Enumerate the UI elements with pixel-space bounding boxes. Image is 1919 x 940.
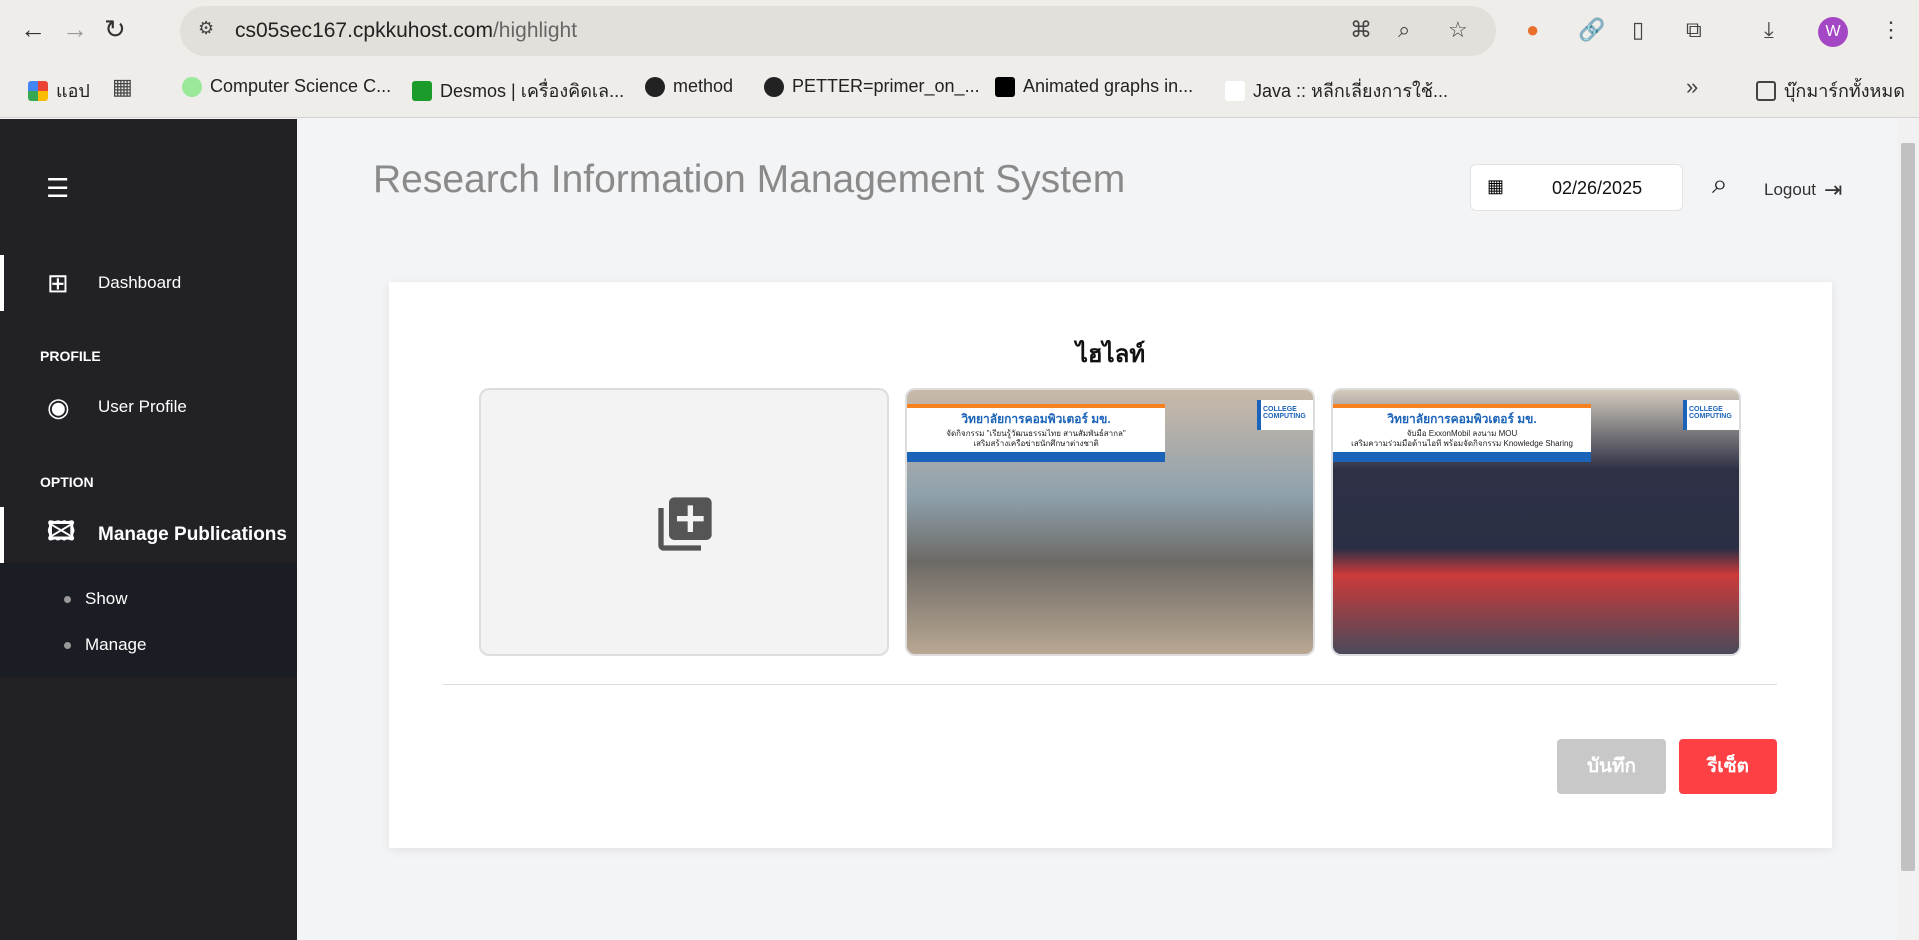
sidebar-item-label: Dashboard <box>98 273 182 292</box>
address-bar[interactable]: ⚙ cs05sec167.cpkkuhost.com/highlight ⌘ ⌕… <box>180 6 1496 56</box>
submenu-item-manage[interactable]: Manage <box>64 635 146 655</box>
bookmark-label: Java :: หลีกเลี่ยงการใช้... <box>1253 81 1449 101</box>
page-title: Research Information Management System <box>373 158 1126 201</box>
puzzle-icon[interactable]: ⧉ <box>1686 17 1702 43</box>
scrollbar-thumb[interactable] <box>1901 143 1915 871</box>
url-path: /highlight <box>492 19 578 42</box>
logout-icon: ⇥ <box>1824 177 1843 202</box>
hamburger-icon[interactable]: ☰ <box>46 173 69 204</box>
cc-icon <box>1225 80 1245 101</box>
globe-icon <box>645 76 665 97</box>
site-info-icon[interactable]: ⚙ <box>198 18 214 39</box>
sidebar: ☰ ⊞ Dashboard PROFILE ◉ User Profile OPT… <box>0 119 297 940</box>
college-logo: COLLEGE COMPUTING <box>1257 400 1313 430</box>
bullet-icon <box>64 641 71 649</box>
extension-icon[interactable]: ● <box>1526 17 1539 43</box>
url-host: cs05sec167.cpkkuhost.com <box>235 19 493 42</box>
active-indicator <box>0 507 4 563</box>
bookmark-label: Computer Science C... <box>210 76 392 96</box>
sidebar-item-label: User Profile <box>98 397 187 416</box>
reset-button[interactable]: รีเซ็ต <box>1679 739 1777 794</box>
highlight-photo[interactable]: วิทยาลัยการคอมพิวเตอร์ มข. จับมือ ExxonMo… <box>1331 388 1741 656</box>
bookmark-label: บุ๊กมาร์กทั้งหมด <box>1784 81 1905 101</box>
bullet-icon <box>64 595 71 603</box>
date-picker[interactable]: ▦ 02/26/2025 <box>1470 164 1683 211</box>
cs-icon <box>182 76 202 97</box>
bookmark-item[interactable]: Computer Science C... <box>182 76 391 97</box>
calendar-icon: ▦ <box>1487 176 1505 196</box>
banner-line: จัดกิจกรรม "เรียนรู้วัฒนธรรมไทย สานสัมพั… <box>946 429 1126 438</box>
submenu-label: Show <box>85 589 128 608</box>
profile-avatar[interactable]: W <box>1818 17 1848 47</box>
section-heading: ไฮไลท์ <box>1075 341 1146 368</box>
reload-icon[interactable]: ↻ <box>104 14 126 45</box>
banner-headline: วิทยาลัยการคอมพิวเตอร์ มข. <box>961 412 1111 426</box>
divider <box>443 684 1777 685</box>
bookmark-item[interactable]: Java :: หลีกเลี่ยงการใช้... <box>1225 76 1448 105</box>
add-highlight-tile[interactable] <box>479 388 889 656</box>
bookmark-item[interactable]: Animated graphs in... <box>995 76 1193 97</box>
sidebar-item-dashboard[interactable]: ⊞ Dashboard <box>0 255 297 311</box>
scrollbar[interactable] <box>1897 119 1919 940</box>
bookmark-label: method <box>673 76 734 96</box>
section-heading-option: OPTION <box>40 474 94 490</box>
browser-chrome: ← → ↻ ⚙ cs05sec167.cpkkuhost.com/highlig… <box>0 0 1919 118</box>
apps-icon <box>28 80 48 101</box>
link-icon[interactable]: 🔗 <box>1578 17 1605 43</box>
submenu: Show Manage <box>0 563 297 677</box>
chevron-double-right-icon[interactable]: » <box>1686 74 1698 100</box>
bookmark-apps[interactable]: แอป <box>28 76 90 105</box>
back-icon[interactable]: ← <box>20 14 46 45</box>
search-icon[interactable]: ⌕ <box>1712 168 1728 201</box>
bookmark-label: แอป <box>56 81 90 101</box>
translate-icon[interactable]: ⌘ <box>1350 17 1372 43</box>
submenu-label: Manage <box>85 635 147 654</box>
save-button[interactable]: บันทึก <box>1557 739 1666 794</box>
banner-headline: วิทยาลัยการคอมพิวเตอร์ มข. <box>1387 412 1537 426</box>
section-heading-profile: PROFILE <box>40 348 101 364</box>
bookmark-label: PETTER=primer_on_... <box>792 76 980 96</box>
date-value: 02/26/2025 <box>1552 178 1643 198</box>
photo-library-icon: 🖾 <box>47 516 76 546</box>
college-logo: COLLEGE COMPUTING <box>1683 400 1739 430</box>
submenu-item-show[interactable]: Show <box>64 589 128 609</box>
dashboard-grid-icon: ⊞ <box>47 267 69 298</box>
banner-line: จับมือ ExxonMobil ลงนาม MOU <box>1406 429 1518 438</box>
logout-button[interactable]: Logout ⇥ <box>1764 177 1842 203</box>
sidebar-item-label: Manage Publications <box>98 524 287 545</box>
sidebar-item-user-profile[interactable]: ◉ User Profile <box>0 379 297 435</box>
menu-dots-icon[interactable]: ⋮ <box>1880 17 1902 43</box>
bookmark-item[interactable]: Desmos | เครื่องคิดเล... <box>412 76 624 105</box>
highlight-photo[interactable]: วิทยาลัยการคอมพิวเตอร์ มข. จัดกิจกรรม "เร… <box>905 388 1315 656</box>
all-bookmarks[interactable]: บุ๊กมาร์กทั้งหมด <box>1756 76 1905 105</box>
zoom-icon[interactable]: ⌕ <box>1398 17 1410 43</box>
globe-icon <box>764 76 784 97</box>
sidebar-item-manage-publications[interactable]: 🖾 Manage Publications <box>0 507 297 563</box>
banner-line: เสริมสร้างเครือข่ายนักศึกษาต่างชาติ <box>973 439 1099 448</box>
photo-banner: วิทยาลัยการคอมพิวเตอร์ มข. จับมือ ExxonMo… <box>1333 404 1591 452</box>
banner-line: เสริมความร่วมมือด้านไอที พร้อมจัดกิจกรรม… <box>1351 439 1573 448</box>
bookmark-item[interactable]: PETTER=primer_on_... <box>764 76 980 97</box>
user-circle-icon: ◉ <box>47 391 70 422</box>
photo-banner: วิทยาลัยการคอมพิวเตอร์ มข. จัดกิจกรรม "เร… <box>907 404 1165 452</box>
desmos-icon <box>412 80 432 101</box>
logout-label: Logout <box>1764 180 1816 199</box>
grid-icon[interactable]: ▦ <box>112 74 133 100</box>
star-icon[interactable]: ☆ <box>1448 17 1468 43</box>
banner-footer <box>907 452 1165 462</box>
bookmark-label: Animated graphs in... <box>1023 76 1194 96</box>
download-icon[interactable]: ⤓ <box>1764 17 1774 43</box>
banner-footer <box>1333 452 1591 462</box>
bookmark-label: Desmos | เครื่องคิดเล... <box>440 81 625 101</box>
active-indicator <box>0 255 4 311</box>
document-icon[interactable]: ▯ <box>1632 17 1644 43</box>
highlight-card: ไฮไลท์ วิทยาลัยการคอมพิวเตอร์ มข. จัดกิจก… <box>389 282 1832 848</box>
forward-icon[interactable]: → <box>62 14 88 45</box>
add-photo-library-icon <box>658 497 712 551</box>
medium-icon <box>995 76 1015 97</box>
folder-icon <box>1756 80 1776 101</box>
bookmark-item[interactable]: method <box>645 76 733 97</box>
